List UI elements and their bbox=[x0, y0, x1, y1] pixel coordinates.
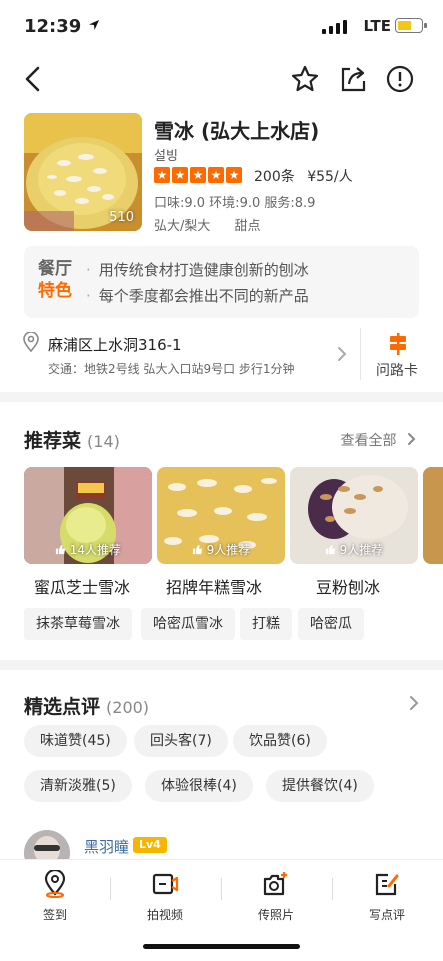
checkin-label: 签到 bbox=[42, 908, 67, 922]
share-icon[interactable] bbox=[336, 62, 370, 96]
report-icon[interactable] bbox=[383, 62, 417, 96]
dish-recommend-count: 9人推荐 bbox=[157, 541, 285, 558]
see-all-label: 查看全部 bbox=[340, 433, 397, 449]
thumb-up-icon bbox=[192, 544, 202, 555]
review-count-price: 200条 ¥55/人 bbox=[254, 166, 353, 186]
reviewer-name[interactable]: 黑羽瞳 bbox=[84, 836, 129, 857]
rating-star-icon: ★ bbox=[172, 167, 188, 183]
shoot-video-button[interactable]: 拍视频 bbox=[110, 870, 220, 923]
reviews-count: (200) bbox=[106, 698, 150, 717]
dish-card[interactable]: 14人推荐 bbox=[24, 467, 152, 564]
review-tag[interactable]: 清新淡雅(5) bbox=[24, 770, 132, 802]
network-label: LTE bbox=[363, 17, 391, 35]
write-review-label: 写点评 bbox=[368, 908, 405, 922]
route-card-button[interactable]: 问路卡 bbox=[376, 360, 418, 380]
location-arrow-icon bbox=[88, 20, 99, 30]
restaurant-features: 餐厅 特色 用传统食材打造健康创新的刨冰 每个季度都会推出不同的新产品 bbox=[24, 246, 419, 318]
thumb-up-icon bbox=[55, 544, 66, 555]
dish-recommend-text: 14人推荐 bbox=[69, 543, 122, 557]
camera-plus-icon bbox=[263, 872, 287, 896]
features-badge: 餐厅 特色 bbox=[38, 258, 72, 302]
address-divider bbox=[360, 328, 361, 380]
dish-tag[interactable]: 打糕 bbox=[240, 608, 292, 640]
video-camera-icon bbox=[152, 873, 179, 895]
edit-note-icon bbox=[375, 873, 399, 896]
review-tag[interactable]: 回头客(7) bbox=[134, 725, 228, 757]
dish-card[interactable]: 9人推荐 bbox=[290, 467, 418, 564]
signal-icon bbox=[322, 20, 347, 34]
section-divider bbox=[0, 660, 443, 670]
dish-recommend-text: 9人推荐 bbox=[339, 543, 384, 557]
see-all-button[interactable]: 查看全部 bbox=[341, 430, 417, 450]
home-indicator bbox=[143, 944, 300, 949]
features-badge-line2: 特色 bbox=[38, 281, 72, 301]
chevron-right-icon[interactable] bbox=[337, 346, 347, 366]
sub-scores: 口味:9.0 环境:9.0 服务:8.9 bbox=[154, 196, 316, 211]
feature-item: 每个季度都会推出不同的新产品 bbox=[86, 285, 309, 306]
avg-price: ¥55/人 bbox=[307, 169, 353, 185]
dish-recommend-count: 14人推荐 bbox=[24, 541, 152, 558]
rating-star-icon: ★ bbox=[154, 167, 170, 183]
status-bar: 12:39 LTE bbox=[0, 0, 443, 52]
review-tag[interactable]: 饮品赞(6) bbox=[233, 725, 327, 757]
checkin-pin-icon bbox=[44, 868, 66, 898]
dish-card-partial[interactable] bbox=[423, 467, 443, 564]
category-area: 弘大/梨大 bbox=[154, 219, 211, 234]
feature-item: 用传统食材打造健康创新的刨冰 bbox=[86, 259, 309, 280]
thumb-up-icon bbox=[325, 544, 335, 555]
address-text[interactable]: 麻浦区上水洞316-1 bbox=[48, 334, 182, 355]
write-review-button[interactable]: 写点评 bbox=[332, 870, 442, 923]
rating-star-icon: ★ bbox=[190, 167, 206, 183]
rating-star-icon: ★ bbox=[208, 167, 224, 183]
shoot-video-label: 拍视频 bbox=[146, 908, 183, 922]
review-tag[interactable]: 味道赞(45) bbox=[24, 725, 127, 757]
features-badge-line1: 餐厅 bbox=[38, 259, 72, 279]
dish-card[interactable]: 9人推荐 bbox=[157, 467, 285, 564]
categories: 弘大/梨大 甜点 bbox=[154, 215, 261, 234]
checkin-button[interactable]: 签到 bbox=[0, 868, 110, 923]
category-type: 甜点 bbox=[234, 219, 261, 234]
review-tag[interactable]: 提供餐饮(4) bbox=[266, 770, 374, 802]
battery-icon bbox=[395, 18, 427, 33]
review-count: 200条 bbox=[254, 169, 295, 185]
star-icon[interactable] bbox=[288, 62, 322, 96]
rating-stars: ★ ★ ★ ★ ★ bbox=[154, 167, 242, 183]
dish-recommend-count: 9人推荐 bbox=[290, 541, 418, 558]
restaurant-name: 雪冰 (弘大上水店) bbox=[154, 119, 320, 143]
recommended-title: 推荐菜 bbox=[24, 430, 82, 452]
restaurant-korean-name: 설빙 bbox=[154, 149, 178, 164]
photo-count: 510 bbox=[109, 210, 134, 225]
dish-name[interactable]: 蜜瓜芝士雪冰 bbox=[34, 574, 130, 598]
level-badge: Lv4 bbox=[133, 837, 167, 853]
location-pin-icon bbox=[22, 331, 40, 356]
reviews-title: 精选点评 bbox=[24, 696, 101, 718]
restaurant-photo[interactable]: 510 bbox=[24, 113, 142, 231]
upload-photo-label: 传照片 bbox=[257, 908, 294, 922]
review-tag[interactable]: 体验很棒(4) bbox=[145, 770, 253, 802]
status-time-text: 12:39 bbox=[24, 16, 82, 37]
dish-tag[interactable]: 哈密瓜 bbox=[298, 608, 364, 640]
dish-name[interactable]: 招牌年糕雪冰 bbox=[166, 574, 262, 598]
recommended-heading: 推荐菜 (14) bbox=[24, 426, 120, 453]
chevron-right-icon bbox=[408, 433, 416, 445]
dish-tag[interactable]: 抹茶草莓雪冰 bbox=[24, 608, 132, 640]
signpost-icon[interactable] bbox=[387, 333, 409, 359]
section-divider bbox=[0, 392, 443, 402]
dish-recommend-text: 9人推荐 bbox=[206, 543, 251, 557]
recommended-count: (14) bbox=[87, 432, 120, 451]
reviews-heading: 精选点评 (200) bbox=[24, 692, 149, 719]
rating-star-icon: ★ bbox=[226, 167, 242, 183]
chevron-right-icon[interactable] bbox=[409, 695, 419, 715]
dish-name[interactable]: 豆粉刨冰 bbox=[316, 574, 380, 598]
transit-info: 交通：地铁2号线 弘大入口站9号口 步行1分钟 bbox=[48, 362, 295, 376]
dish-tag[interactable]: 哈密瓜雪冰 bbox=[141, 608, 235, 640]
upload-photo-button[interactable]: 传照片 bbox=[221, 870, 331, 923]
status-time: 12:39 bbox=[24, 16, 100, 37]
back-arrow-icon[interactable] bbox=[16, 62, 50, 96]
